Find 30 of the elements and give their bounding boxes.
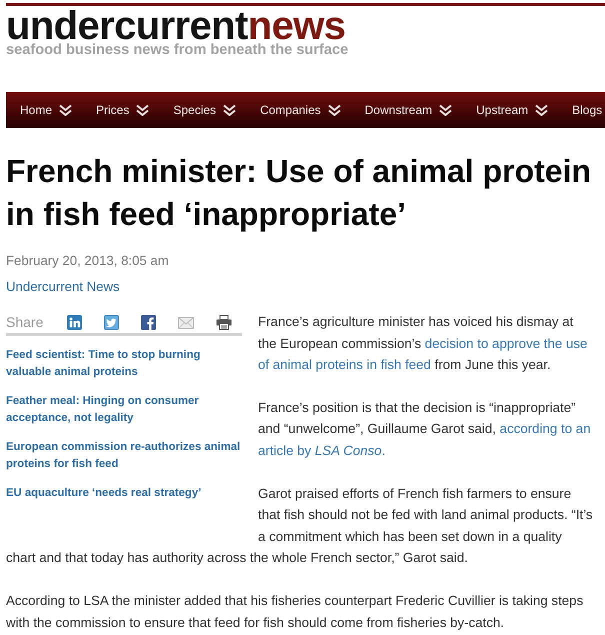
article-paragraph: France’s agriculture minister has voiced his dismay at the European commission’s decision to approve the use of animal proteins in fish feed from June this year. (258, 313, 588, 374)
nav-menu-item[interactable]: Companies (246, 92, 352, 128)
linkedin-icon[interactable] (67, 314, 82, 330)
article-link[interactable]: article by LSA Conso. (258, 442, 386, 458)
related-article-link[interactable]: European commission re-authorizes animal proteins for fish feed (6, 439, 242, 473)
nav-menu-item[interactable]: Blogs (558, 92, 604, 128)
nav-menu-item[interactable]: Home (6, 92, 83, 128)
article-paragraph: According to LSA the minister added that his fisheries counterpart Frederic Cuvillier is taking steps with the commission to ensure that feed for fish should come from fisheries by-catch. (6, 592, 584, 632)
article-headline: French minister: Use of animal protein in fish feed ‘inappropriate’ (6, 152, 592, 234)
share-label: Share (6, 313, 44, 331)
nav-menu-item[interactable]: Upstream (462, 92, 559, 128)
related-article-link[interactable]: EU aquaculture ‘needs real strategy’ (6, 485, 202, 502)
article-link[interactable]: according to an (500, 421, 591, 436)
nav-menu-item[interactable]: Prices (82, 92, 160, 128)
printer-icon[interactable] (216, 314, 232, 330)
nav-menu-item[interactable]: Species (160, 92, 247, 128)
related-article-link[interactable]: Feather meal: Hinging on consumer acceptance, not legality (6, 393, 242, 427)
article-link[interactable]: of animal proteins in fish feed (258, 357, 431, 372)
related-article-link[interactable]: Feed scientist: Time to stop burning valuable animal proteins (6, 347, 242, 381)
nav-menu-item[interactable]: Downstream (351, 92, 463, 128)
site-logo[interactable]: undercurrentnews (6, 9, 346, 43)
article-paragraph: Garot praised efforts of French fish farmers to ensure that fish should not be fed with land animal products. “It’s a commitment which has been set down in a quality (258, 484, 594, 546)
author-link[interactable]: Undercurrent News (6, 279, 120, 294)
article-paragraph: chart and that today has authority across the whole French sector,” Garot said. (6, 549, 469, 568)
facebook-icon[interactable] (141, 314, 156, 330)
site-tagline: seafood business news from beneath the surface (6, 42, 348, 58)
article-paragraph: France’s position is that the decision is “inappropriate” and “unwelcome”, Guillaume Garot said, according to an article by LSA Conso. (258, 398, 592, 460)
article-date: February 20, 2013, 8:05 am (6, 252, 169, 270)
article-link[interactable]: decision to approve the use (424, 336, 588, 351)
bird-icon[interactable] (104, 314, 120, 330)
